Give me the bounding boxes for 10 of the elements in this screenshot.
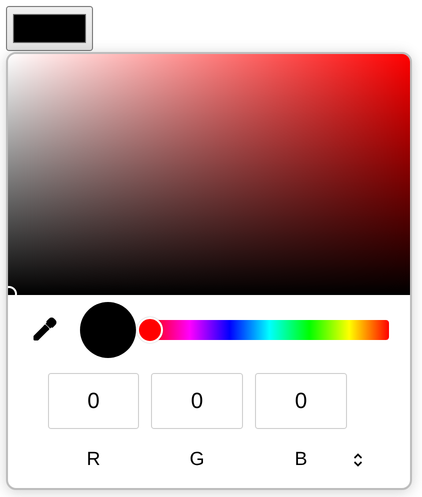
hue-slider[interactable] xyxy=(139,317,389,343)
channel-input[interactable]: 0 xyxy=(151,373,243,429)
channel-label: G xyxy=(190,449,204,471)
format-toggle-icon[interactable] xyxy=(353,453,363,467)
color-swatch-button[interactable] xyxy=(6,6,93,51)
channel-label: R xyxy=(86,449,100,471)
channel-label: B xyxy=(294,449,308,471)
hue-thumb[interactable] xyxy=(137,317,163,343)
channel-input[interactable]: 0 xyxy=(48,373,139,429)
channel-input[interactable]: 0 xyxy=(255,373,347,429)
